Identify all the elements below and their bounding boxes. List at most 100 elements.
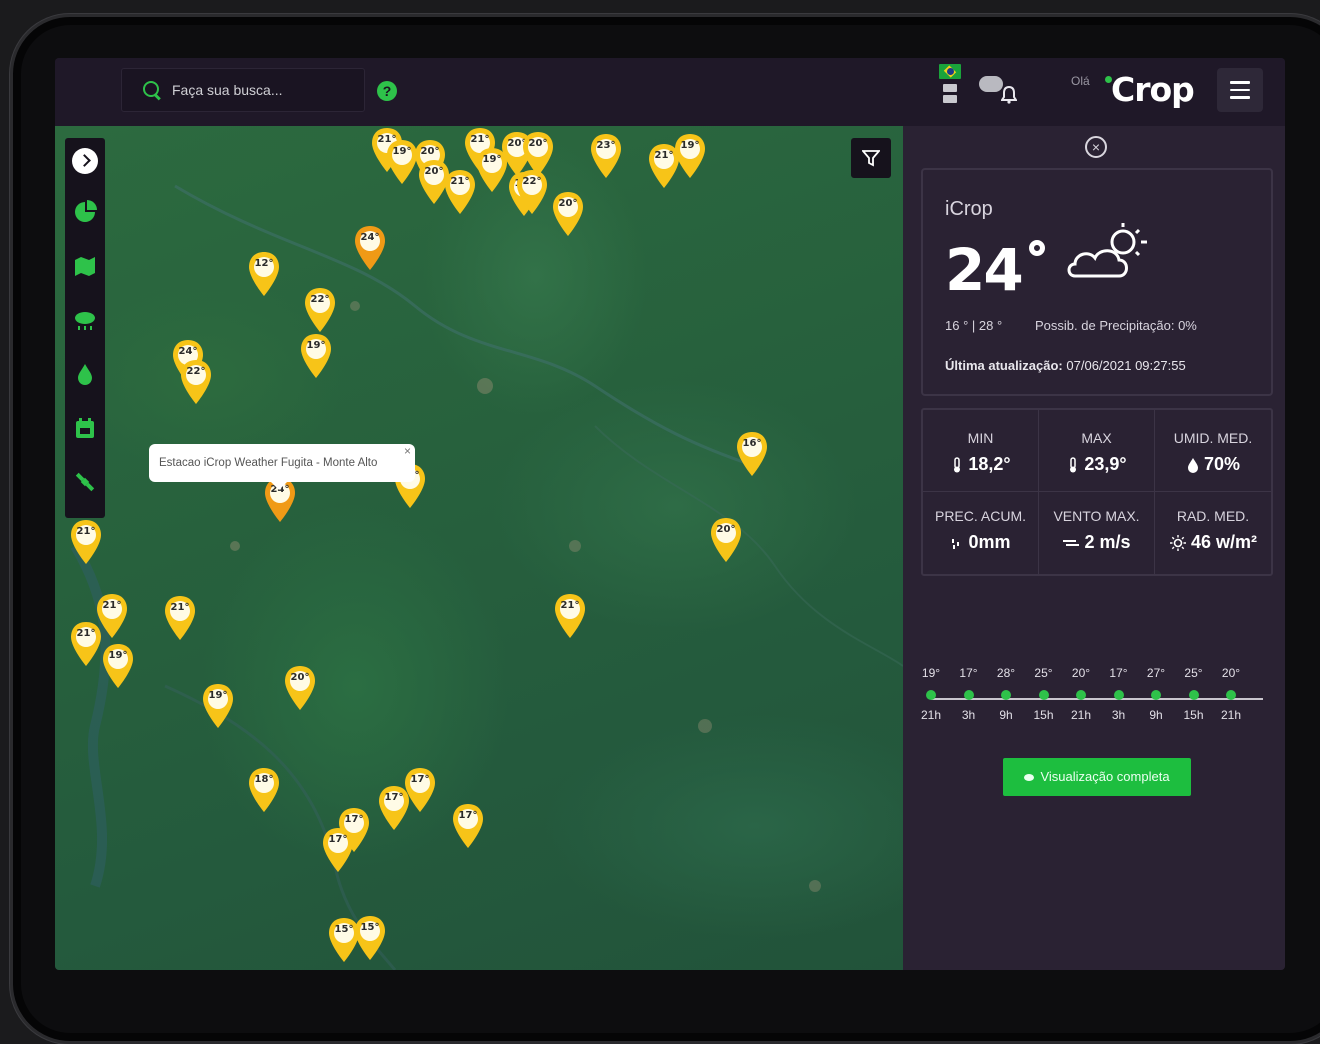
station-pin[interactable]: 24° bbox=[353, 224, 387, 272]
forecast-hour: 21h bbox=[1220, 708, 1242, 722]
stat-value-text: 23,9° bbox=[1084, 454, 1127, 474]
station-pin[interactable]: 21° bbox=[443, 168, 477, 216]
map-icon[interactable] bbox=[73, 254, 97, 278]
pin-temperature: 19° bbox=[680, 140, 700, 151]
pin-temperature: 17° bbox=[458, 810, 478, 821]
stat-value: 2 m/s bbox=[1039, 532, 1154, 553]
station-pin[interactable]: 21° bbox=[69, 620, 103, 668]
partly-cloudy-icon bbox=[1065, 222, 1155, 289]
forecast-point[interactable]: 27° 9h bbox=[1138, 666, 1174, 722]
station-pin[interactable]: 20° bbox=[551, 190, 585, 238]
station-pin[interactable]: 19° bbox=[475, 146, 509, 194]
stat-label: MAX bbox=[1081, 430, 1112, 446]
forecast-point[interactable]: 20° 21h bbox=[1063, 666, 1099, 722]
forecast-temp: 25° bbox=[1184, 666, 1203, 680]
hamburger-menu-button[interactable] bbox=[1217, 68, 1263, 112]
degree-symbol bbox=[1029, 240, 1045, 256]
station-pin[interactable]: 22° bbox=[303, 286, 337, 334]
station-pin[interactable]: 16° bbox=[735, 430, 769, 478]
station-pin[interactable]: 20° bbox=[283, 664, 317, 712]
stat-value: 70% bbox=[1155, 454, 1271, 475]
forecast-point[interactable]: 19° 21h bbox=[913, 666, 949, 722]
forecast-hour: 3h bbox=[961, 708, 976, 722]
forecast-point[interactable]: 25° 15h bbox=[1026, 666, 1062, 722]
station-pin[interactable]: 17° bbox=[377, 784, 411, 832]
menu-line bbox=[1230, 81, 1250, 84]
pin-temperature: 21° bbox=[170, 602, 190, 613]
top-bar: ? Olá Crop bbox=[55, 58, 1285, 126]
forecast-hour: 3h bbox=[1111, 708, 1126, 722]
droplet-icon bbox=[1187, 457, 1198, 473]
bell-icon[interactable] bbox=[1001, 86, 1017, 104]
station-pin[interactable]: 20° bbox=[709, 516, 743, 564]
station-pin[interactable]: 19° bbox=[201, 682, 235, 730]
pin-temperature: 16° bbox=[742, 438, 762, 449]
station-pin[interactable]: 18° bbox=[247, 766, 281, 814]
satellite-icon[interactable] bbox=[73, 470, 97, 494]
forecast-point[interactable]: 17° 3h bbox=[1101, 666, 1137, 722]
full-view-button[interactable]: Visualização completa bbox=[1003, 758, 1191, 796]
rain-icon bbox=[952, 538, 960, 549]
stat-value-text: 0mm bbox=[968, 532, 1011, 552]
forecast-dot bbox=[1001, 690, 1011, 700]
forecast-dot bbox=[1188, 690, 1199, 700]
pin-temperature: 17° bbox=[328, 834, 348, 845]
stat-value-text: 18,2° bbox=[968, 454, 1011, 474]
station-pin[interactable]: 19° bbox=[101, 642, 135, 690]
forecast-point[interactable]: 28° 9h bbox=[988, 666, 1024, 722]
station-pin[interactable]: 21° bbox=[163, 594, 197, 642]
chat-icon[interactable] bbox=[979, 76, 1003, 92]
language-selector[interactable] bbox=[939, 64, 961, 103]
cloud-rain-icon[interactable] bbox=[73, 308, 97, 332]
station-pin[interactable]: 12° bbox=[247, 250, 281, 298]
greeting-text: Olá bbox=[1071, 74, 1090, 88]
station-pin[interactable]: 21° bbox=[69, 518, 103, 566]
station-pin[interactable]: 15° bbox=[353, 914, 387, 962]
close-icon[interactable]: × bbox=[1085, 136, 1107, 158]
stat-value-text: 70% bbox=[1203, 454, 1241, 474]
station-pin[interactable]: 20° bbox=[521, 130, 555, 178]
brazil-flag-icon[interactable] bbox=[939, 64, 961, 79]
pin-temperature: 20° bbox=[716, 524, 736, 535]
search-icon bbox=[142, 80, 162, 100]
last-updated: Última atualização: 07/06/2021 09:27:55 bbox=[945, 358, 1186, 373]
station-pin[interactable]: 17° bbox=[321, 826, 355, 874]
forecast-temp: 17° bbox=[1109, 666, 1128, 680]
pie-chart-icon[interactable] bbox=[73, 200, 97, 224]
satellite-map[interactable]: 21° 19° 20° 20° 21° 19° 19° 22° 20° 23° 21° 19° 20° 2… bbox=[55, 126, 903, 970]
wind-icon bbox=[1063, 539, 1080, 546]
forecast-hour: 21h bbox=[920, 708, 942, 722]
calendar-icon[interactable] bbox=[73, 416, 97, 440]
tooltip-text: Estacao iCrop Weather Fugita - Monte Alt… bbox=[159, 457, 378, 469]
pin-temperature: 21° bbox=[76, 526, 96, 537]
eye-icon bbox=[1024, 773, 1035, 781]
droplet-icon[interactable] bbox=[73, 362, 97, 386]
spain-flag-icon[interactable] bbox=[943, 95, 957, 103]
station-pin[interactable]: 19° bbox=[299, 332, 333, 380]
pin-temperature: 15° bbox=[360, 922, 380, 933]
forecast-timeline: 19° 21h 17° 3h 28° 9h 25° 15h 20° 21h 17° 3h 27° 9h 25… bbox=[921, 666, 1269, 726]
filter-button[interactable] bbox=[851, 138, 891, 178]
forecast-point[interactable]: 20° 21h bbox=[1213, 666, 1249, 722]
full-view-label: Visualização completa bbox=[1040, 769, 1170, 784]
expand-toolbar-button[interactable] bbox=[72, 148, 98, 174]
forecast-point[interactable]: 17° 3h bbox=[951, 666, 987, 722]
logo-dot bbox=[1105, 76, 1112, 83]
search-input[interactable] bbox=[172, 82, 352, 98]
us-flag-icon[interactable] bbox=[943, 84, 957, 92]
logo-text: Crop bbox=[1111, 70, 1195, 109]
station-pin[interactable]: 17° bbox=[451, 802, 485, 850]
stat-label: PREC. ACUM. bbox=[934, 508, 1026, 524]
search-box[interactable] bbox=[121, 68, 365, 112]
forecast-hour: 21h bbox=[1070, 708, 1092, 722]
station-tooltip: Estacao iCrop Weather Fugita - Monte Alt… bbox=[149, 444, 415, 490]
forecast-dot bbox=[1151, 690, 1161, 700]
station-pin[interactable]: 23° bbox=[589, 132, 623, 180]
station-pin[interactable]: 21° bbox=[553, 592, 587, 640]
station-pin[interactable]: 22° bbox=[179, 358, 213, 406]
tooltip-close-button[interactable]: × bbox=[404, 432, 411, 470]
station-pin[interactable]: 19° bbox=[673, 132, 707, 180]
help-icon[interactable]: ? bbox=[377, 81, 397, 101]
forecast-point[interactable]: 25° 15h bbox=[1176, 666, 1212, 722]
pin-temperature: 21° bbox=[76, 628, 96, 639]
